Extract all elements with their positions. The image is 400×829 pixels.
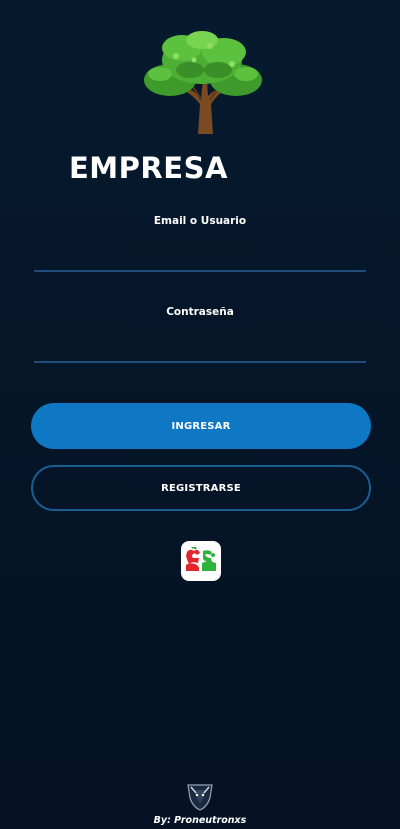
password-label: Contraseña — [166, 306, 234, 318]
footer-credit: By: Proneutronxs — [153, 815, 247, 826]
login-screen: EMPRESA Email o Usuario Contraseña INGRE… — [0, 0, 400, 829]
app-logo-icon[interactable] — [181, 541, 221, 581]
app-logo-glyph — [186, 547, 216, 571]
proneutronxs-logo-icon — [187, 784, 213, 811]
email-label: Email o Usuario — [153, 215, 247, 227]
tree-icon — [144, 31, 262, 134]
login-button[interactable]: INGRESAR — [31, 403, 371, 449]
brand-title: EMPRESA — [69, 151, 228, 185]
register-button-label: REGISTRARSE — [161, 482, 241, 494]
login-button-label: INGRESAR — [171, 420, 231, 432]
email-field[interactable] — [34, 240, 366, 272]
password-field[interactable] — [34, 331, 366, 363]
register-button[interactable]: REGISTRARSE — [31, 465, 371, 511]
